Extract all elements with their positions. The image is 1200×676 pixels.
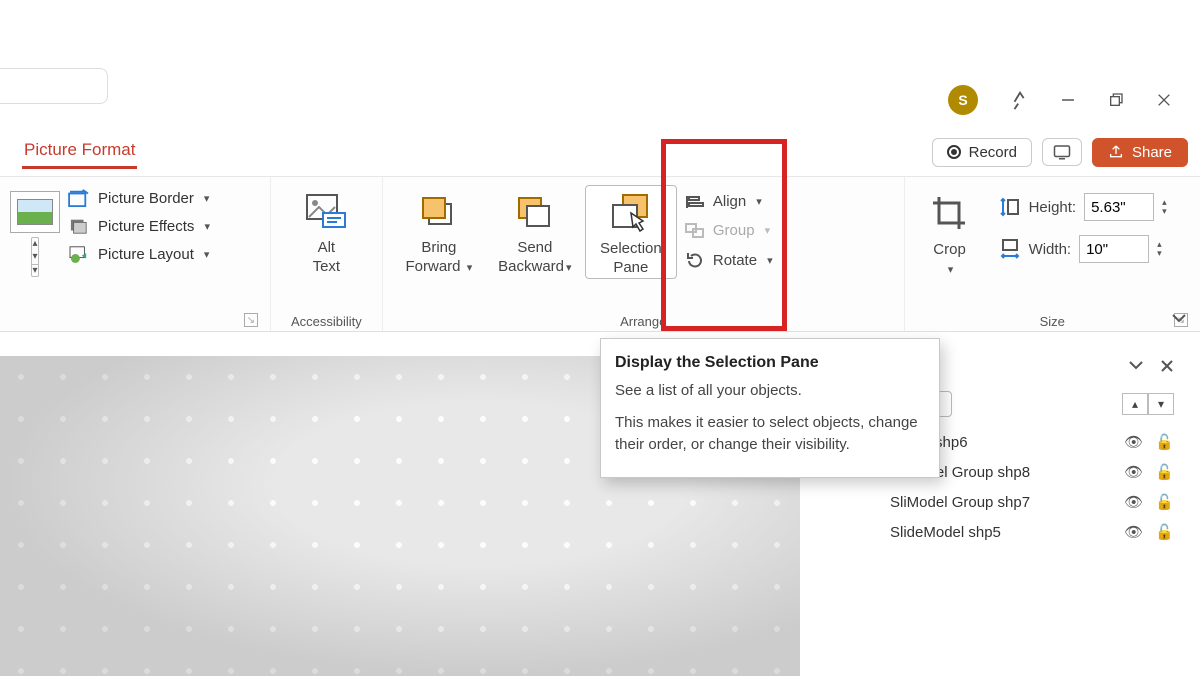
align-button[interactable]: Align▾ — [685, 193, 773, 210]
ribbon-tabstrip: Picture Format Record Share — [0, 130, 1200, 174]
chevron-down-icon: ▾ — [756, 195, 762, 208]
chevron-down-icon: ▾ — [467, 262, 473, 274]
height-input[interactable] — [1084, 193, 1154, 221]
picture-border-button[interactable]: Picture Border ▾ — [66, 189, 212, 207]
chevron-down-icon: ▾ — [204, 220, 210, 233]
minimize-button[interactable] — [1044, 76, 1092, 124]
picture-layout-icon — [68, 245, 90, 263]
share-label: Share — [1132, 144, 1172, 161]
list-item[interactable]: SlideModel shp5 👁🔓 — [890, 523, 1174, 541]
avatar-initial: S — [958, 92, 967, 108]
group-label-size: Size ↘ — [915, 310, 1190, 331]
record-button[interactable]: Record — [932, 138, 1032, 167]
dialog-launcher-icon[interactable]: ↘ — [244, 313, 258, 327]
alt-text-line1: Alt — [318, 239, 336, 256]
chevron-down-icon: ▾ — [948, 264, 954, 276]
height-field-row: Height: ▴▾ — [999, 193, 1167, 221]
rotate-icon — [685, 251, 705, 269]
send-backward-icon — [512, 189, 558, 235]
chevron-down-icon: ▾ — [204, 192, 210, 205]
restore-button[interactable] — [1092, 76, 1140, 124]
eye-icon[interactable]: 👁 — [1124, 433, 1143, 451]
picture-layout-button[interactable]: Picture Layout ▾ — [66, 245, 212, 263]
alt-text-line2: Text — [313, 258, 341, 275]
width-spinner[interactable]: ▴▾ — [1157, 240, 1162, 258]
bring-forward-button[interactable]: BringForward ▾ — [393, 185, 485, 277]
group-label-accessibility: Accessibility — [281, 310, 372, 331]
move-up-button[interactable]: ▴ — [1122, 393, 1148, 415]
account-avatar[interactable]: S — [948, 85, 978, 115]
width-label: Width: — [1029, 241, 1072, 258]
send-backward-button[interactable]: SendBackward▾ — [489, 185, 581, 277]
width-input[interactable] — [1079, 235, 1149, 263]
group-label-styles: ↘ — [10, 325, 260, 331]
group-arrange: BringForward ▾ SendBackward▾ SelectionPa… — [383, 177, 905, 331]
gallery-more-icon[interactable]: ▾ — [32, 264, 37, 276]
lock-icon[interactable]: 🔓 — [1155, 433, 1174, 451]
picture-effects-icon — [68, 217, 90, 235]
alt-text-button[interactable]: Alt Text — [281, 185, 372, 277]
chevron-down-icon: ▾ — [767, 254, 773, 267]
group-size: Crop▾ Height: ▴▾ Width: ▴▾ Size ↘ — [905, 177, 1200, 331]
tooltip-line2: This makes it easier to select objects, … — [615, 412, 925, 456]
picture-border-icon — [68, 189, 90, 207]
move-down-button[interactable]: ▾ — [1148, 393, 1174, 415]
rotate-button[interactable]: Rotate▾ — [685, 251, 773, 269]
picture-style-gallery[interactable]: ▴ ▾ ▾ — [10, 191, 60, 277]
gallery-down-icon[interactable]: ▾ — [32, 251, 37, 262]
bring-forward-icon — [416, 189, 462, 235]
group-picture-styles: ▴ ▾ ▾ Picture Border ▾ Picture Effects ▾ P… — [0, 177, 271, 331]
picture-border-label: Picture Border — [98, 190, 194, 207]
ribbon-collapse-button[interactable] — [1170, 311, 1188, 325]
tooltip-line1: See a list of all your objects. — [615, 380, 925, 402]
coming-soon-icon[interactable] — [996, 76, 1044, 124]
crop-button[interactable]: Crop▾ — [915, 187, 985, 279]
record-label: Record — [969, 144, 1017, 161]
alt-text-icon — [303, 189, 349, 235]
picture-layout-label: Picture Layout — [98, 246, 194, 263]
ribbon: ▴ ▾ ▾ Picture Border ▾ Picture Effects ▾ P… — [0, 176, 1200, 332]
height-icon — [999, 196, 1021, 218]
share-button[interactable]: Share — [1092, 138, 1188, 167]
chevron-down-icon: ▾ — [204, 248, 210, 261]
height-spinner[interactable]: ▴▾ — [1162, 198, 1167, 216]
list-item[interactable]: SliModel Group shp7 👁🔓 — [890, 493, 1174, 511]
present-mode-button[interactable] — [1042, 138, 1082, 166]
collapse-pane-icon[interactable] — [1128, 359, 1144, 373]
lock-icon[interactable]: 🔓 — [1155, 493, 1174, 511]
tooltip-title: Display the Selection Pane — [615, 351, 925, 374]
group-icon — [685, 223, 705, 239]
lock-icon[interactable]: 🔓 — [1155, 523, 1174, 541]
group-label-arrange: Arrange — [393, 310, 894, 331]
crop-icon — [927, 191, 973, 237]
tab-picture-format[interactable]: Picture Format — [22, 136, 137, 169]
height-label: Height: — [1029, 199, 1077, 216]
close-pane-icon[interactable] — [1160, 359, 1174, 373]
chevron-down-icon: ▾ — [566, 262, 572, 274]
width-icon — [999, 238, 1021, 260]
presenter-icon — [1053, 144, 1071, 160]
width-field-row: Width: ▴▾ — [999, 235, 1167, 263]
tooltip-selection-pane: Display the Selection Pane See a list of… — [600, 338, 940, 478]
selection-pane-icon — [608, 190, 654, 236]
picture-effects-button[interactable]: Picture Effects ▾ — [66, 217, 212, 235]
eye-icon[interactable]: 👁 — [1124, 493, 1143, 511]
share-icon — [1108, 144, 1124, 160]
chevron-down-icon: ▾ — [765, 224, 771, 237]
align-icon — [685, 194, 705, 210]
lock-icon[interactable]: 🔓 — [1155, 463, 1174, 481]
window-titlebar: S — [0, 70, 1200, 130]
selection-pane-button[interactable]: SelectionPane — [585, 185, 677, 279]
group-accessibility: Alt Text Accessibility — [271, 177, 383, 331]
gallery-up-icon[interactable]: ▴ — [32, 238, 37, 249]
picture-effects-label: Picture Effects — [98, 218, 194, 235]
eye-icon[interactable]: 👁 — [1124, 523, 1143, 541]
picture-style-thumb — [10, 191, 60, 233]
record-dot-icon — [947, 145, 961, 159]
close-button[interactable] — [1140, 76, 1188, 124]
eye-icon[interactable]: 👁 — [1124, 463, 1143, 481]
chevron-down-icon — [1170, 311, 1188, 325]
group-button: Group▾ — [685, 222, 773, 239]
